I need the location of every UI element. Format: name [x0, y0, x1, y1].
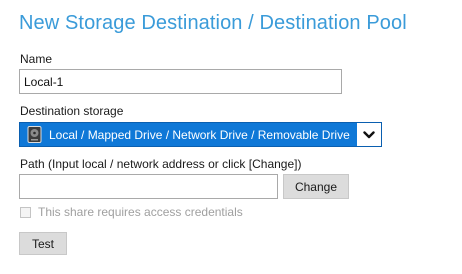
- destination-storage-select[interactable]: Local / Mapped Drive / Network Drive / R…: [19, 122, 382, 147]
- page-title: New Storage Destination / Destination Po…: [19, 12, 407, 34]
- destination-storage-label: Destination storage: [20, 104, 124, 118]
- path-label: Path (Input local / network address or c…: [20, 157, 302, 171]
- drive-icon: [26, 126, 43, 143]
- credentials-checkbox-label: This share requires access credentials: [38, 205, 243, 219]
- path-input[interactable]: [19, 174, 278, 199]
- change-button[interactable]: Change: [283, 174, 349, 199]
- name-label: Name: [20, 52, 53, 66]
- name-input[interactable]: [19, 69, 342, 94]
- credentials-checkbox[interactable]: [20, 206, 31, 218]
- chevron-down-icon[interactable]: [357, 123, 381, 146]
- test-button[interactable]: Test: [19, 232, 67, 255]
- destination-storage-value: Local / Mapped Drive / Network Drive / R…: [49, 127, 350, 142]
- credentials-checkbox-row: This share requires access credentials: [20, 205, 243, 219]
